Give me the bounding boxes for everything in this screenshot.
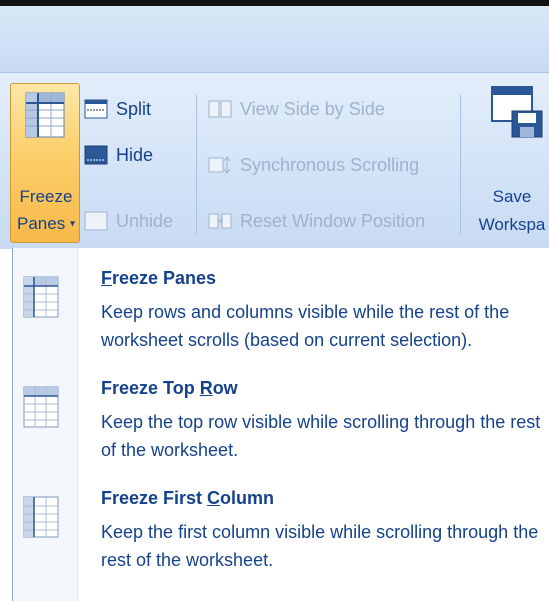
unhide-button[interactable]: Unhide bbox=[84, 207, 173, 235]
unhide-label: Unhide bbox=[116, 210, 174, 231]
view-side-by-side-icon bbox=[208, 100, 232, 118]
freeze-first-column-icon bbox=[23, 496, 59, 538]
freeze-panes-button[interactable]: Freeze Panes ▾ bbox=[10, 83, 80, 243]
ribbon-separator bbox=[196, 95, 197, 235]
freeze-panes-large-icon bbox=[25, 92, 65, 138]
synchronous-scrolling-button[interactable]: Synchronous Scrolling bbox=[208, 151, 419, 179]
synchronous-scrolling-icon bbox=[208, 156, 231, 174]
menu-item-description: Keep the first column visible while scro… bbox=[101, 522, 539, 570]
ribbon-window-group: Freeze Panes ▾ Split Hide Unhide View Si… bbox=[0, 72, 549, 249]
menu-item-description: Keep rows and columns visible while the … bbox=[101, 302, 510, 350]
save-workspace-icon bbox=[491, 86, 543, 138]
freeze-panes-label-line1: Freeze bbox=[19, 187, 73, 206]
freeze-top-row-icon bbox=[23, 386, 59, 428]
menu-item-title: Freeze First Column bbox=[101, 488, 275, 508]
menu-item-description: Keep the top row visible while scrolling… bbox=[101, 412, 541, 460]
unhide-icon bbox=[84, 211, 108, 231]
synchronous-scrolling-label: Synchronous Scrolling bbox=[240, 154, 420, 175]
hide-button[interactable]: Hide bbox=[84, 141, 153, 169]
view-side-by-side-label: View Side by Side bbox=[240, 98, 385, 119]
ribbon-separator bbox=[460, 95, 461, 235]
dropdown-caret-icon: ▾ bbox=[69, 218, 75, 230]
menu-item-title: Freeze Panes bbox=[101, 268, 217, 288]
menu-item-freeze-first-column[interactable]: Freeze First Column Keep the first colum… bbox=[13, 488, 549, 598]
reset-window-position-button[interactable]: Reset Window Position bbox=[208, 207, 425, 235]
freeze-panes-label-line2: Panes ▾ bbox=[17, 214, 75, 233]
hide-icon bbox=[84, 145, 108, 165]
split-icon bbox=[84, 99, 108, 119]
title-band bbox=[0, 6, 549, 72]
menu-item-title: Freeze Top Row bbox=[101, 378, 238, 398]
hide-label: Hide bbox=[116, 144, 154, 165]
freeze-panes-icon bbox=[23, 276, 59, 318]
split-button[interactable]: Split bbox=[84, 95, 151, 123]
menu-item-freeze-panes[interactable]: Freeze Panes Keep rows and columns visib… bbox=[13, 268, 549, 378]
reset-window-position-label: Reset Window Position bbox=[240, 210, 426, 231]
freeze-panes-menu: Freeze Panes Keep rows and columns visib… bbox=[12, 248, 549, 601]
reset-window-position-icon bbox=[208, 213, 232, 229]
save-workspace-label: Save Workspa bbox=[478, 187, 546, 234]
split-label: Split bbox=[116, 98, 152, 119]
menu-item-freeze-top-row[interactable]: Freeze Top Row Keep the top row visible … bbox=[13, 378, 549, 488]
view-side-by-side-button[interactable]: View Side by Side bbox=[208, 95, 385, 123]
